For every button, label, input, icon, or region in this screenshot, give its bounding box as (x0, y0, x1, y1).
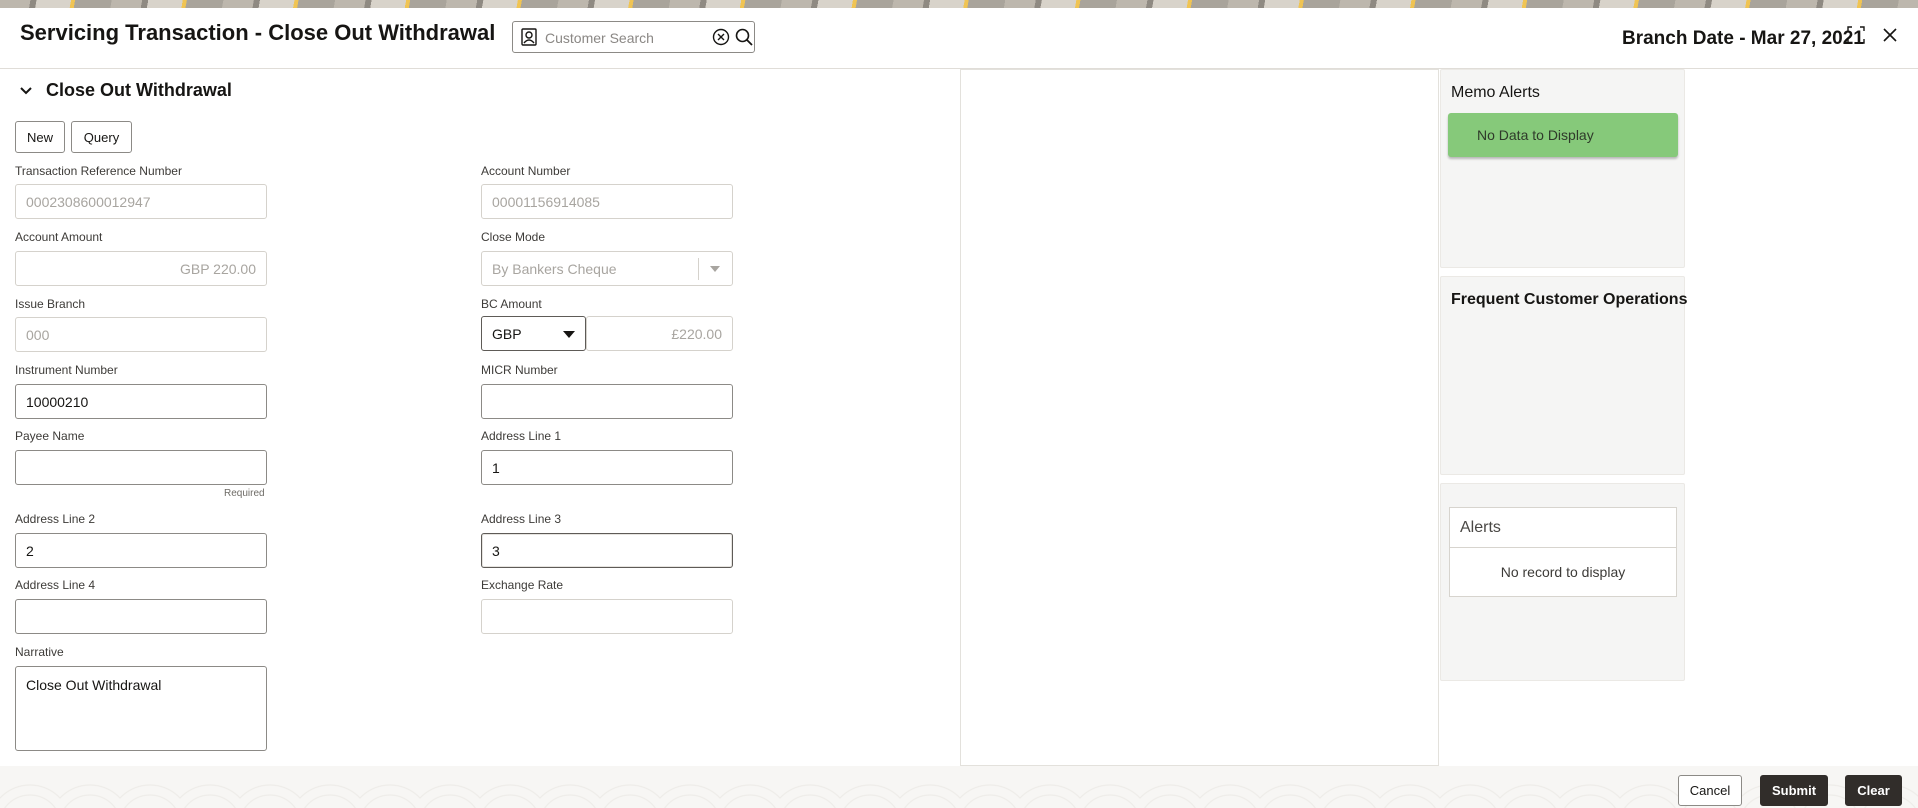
address-line-2-label: Address Line 2 (15, 512, 96, 526)
currency-value: GBP (492, 326, 522, 342)
customer-search[interactable] (512, 21, 755, 53)
required-hint: Required (224, 488, 265, 499)
payee-name-field[interactable] (15, 450, 267, 485)
txn-ref-label: Transaction Reference Number (15, 164, 182, 178)
address-line-2-field[interactable] (15, 533, 267, 568)
caret-down-icon (710, 266, 720, 272)
page-title: Servicing Transaction - Close Out Withdr… (20, 20, 496, 45)
maximize-icon[interactable] (1846, 25, 1866, 45)
decorative-footer-pattern (0, 766, 1918, 808)
alerts-card: Alerts No record to display (1440, 483, 1685, 681)
address-line-3-label: Address Line 3 (481, 512, 562, 526)
memo-alerts-title: Memo Alerts (1451, 84, 1540, 101)
exchange-rate-label: Exchange Rate (481, 578, 564, 592)
chevron-down-icon[interactable] (18, 83, 34, 99)
frequent-ops-title: Frequent Customer Operations (1451, 291, 1688, 308)
alerts-table: Alerts No record to display (1449, 507, 1677, 597)
search-icon[interactable] (734, 27, 754, 47)
alerts-title: Alerts (1460, 519, 1501, 536)
account-amount-field[interactable] (15, 251, 267, 286)
instrument-number-field[interactable] (15, 384, 267, 419)
customer-search-input[interactable] (543, 26, 707, 50)
alerts-empty: No record to display (1500, 564, 1626, 580)
memo-alerts-banner: No Data to Display (1448, 113, 1678, 157)
address-line-1-label: Address Line 1 (481, 429, 562, 443)
close-mode-value: By Bankers Cheque (492, 261, 617, 277)
account-number-field[interactable] (481, 184, 733, 219)
decorative-banner (0, 0, 1918, 8)
address-line-1-field[interactable] (481, 450, 733, 485)
alerts-header: Alerts (1450, 508, 1676, 548)
currency-select[interactable]: GBP (481, 316, 586, 351)
clear-button[interactable]: Clear (1845, 775, 1902, 806)
txn-ref-field[interactable] (15, 184, 267, 219)
section-header: Close Out Withdrawal (18, 80, 232, 101)
account-number-label: Account Number (481, 164, 571, 178)
memo-alerts-empty: No Data to Display (1477, 127, 1594, 143)
address-line-4-label: Address Line 4 (15, 578, 96, 592)
query-button[interactable]: Query (71, 121, 132, 153)
address-line-4-field[interactable] (15, 599, 267, 634)
close-mode-label: Close Mode (481, 230, 546, 244)
submit-button[interactable]: Submit (1760, 775, 1828, 806)
narrative-textarea[interactable]: Close Out Withdrawal (15, 666, 267, 751)
branch-date: Branch Date - Mar 27, 2021 (1622, 28, 1864, 49)
content-panel (960, 69, 1439, 766)
payee-name-label: Payee Name (15, 429, 85, 443)
address-line-3-field[interactable] (481, 533, 733, 568)
customer-icon (521, 28, 537, 46)
bc-amount-field[interactable] (586, 316, 733, 351)
micr-number-field[interactable] (481, 384, 733, 419)
close-mode-select[interactable]: By Bankers Cheque (481, 251, 733, 286)
new-button[interactable]: New (15, 121, 65, 153)
cancel-button[interactable]: Cancel (1678, 775, 1742, 806)
caret-down-icon (563, 331, 575, 338)
close-icon[interactable] (1880, 25, 1900, 45)
issue-branch-label: Issue Branch (15, 297, 86, 311)
exchange-rate-field[interactable] (481, 599, 733, 634)
instrument-number-label: Instrument Number (15, 363, 118, 377)
memo-alerts-card: Memo Alerts No Data to Display (1440, 69, 1685, 268)
clear-search-icon[interactable] (712, 28, 730, 46)
frequent-ops-card: Frequent Customer Operations (1440, 276, 1688, 475)
select-divider (698, 258, 699, 280)
bc-amount-label: BC Amount (481, 297, 542, 311)
narrative-label: Narrative (15, 645, 64, 659)
section-title: Close Out Withdrawal (46, 80, 232, 100)
account-amount-label: Account Amount (15, 230, 103, 244)
issue-branch-field[interactable] (15, 317, 267, 352)
micr-number-label: MICR Number (481, 363, 558, 377)
page-header: Servicing Transaction - Close Out Withdr… (0, 8, 1918, 69)
